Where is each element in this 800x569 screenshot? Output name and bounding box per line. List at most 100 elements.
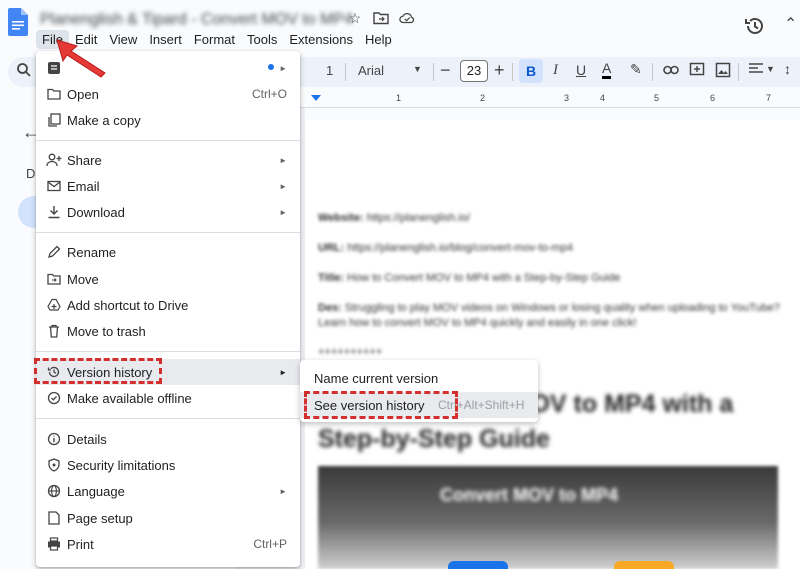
text-color-button[interactable]: A bbox=[602, 61, 612, 79]
submenu-arrow-icon: ► bbox=[279, 155, 287, 165]
ruler-number: 6 bbox=[710, 93, 716, 103]
menu-item-make-copy[interactable]: Make a copy bbox=[36, 107, 300, 133]
ruler-number: 7 bbox=[766, 93, 772, 103]
page-line-website: Website: https://planenglish.io/ bbox=[318, 212, 470, 224]
menu-item-page-setup[interactable]: Page setup bbox=[36, 505, 300, 531]
toolbar-divider bbox=[738, 63, 739, 81]
image-caption: Convert MOV to MP4 bbox=[440, 485, 619, 505]
menu-item-offline[interactable]: Make available offline bbox=[36, 385, 300, 411]
document-image[interactable] bbox=[318, 466, 778, 569]
underline-button[interactable]: U bbox=[576, 62, 586, 78]
font-select[interactable]: Arial bbox=[358, 63, 384, 78]
bold-button[interactable]: B bbox=[519, 59, 543, 83]
menu-item-add-shortcut[interactable]: Add shortcut to Drive bbox=[36, 292, 300, 318]
align-dropdown-icon[interactable]: ▼ bbox=[766, 64, 775, 74]
insert-comment-icon[interactable] bbox=[689, 62, 705, 81]
menu-item-security[interactable]: Security limitations bbox=[36, 452, 300, 478]
ruler-number: 2 bbox=[480, 93, 486, 103]
link-icon[interactable] bbox=[663, 62, 679, 78]
align-left-icon[interactable] bbox=[748, 62, 764, 79]
menu-item-download[interactable]: Download ► bbox=[36, 199, 300, 225]
menu-extensions[interactable]: Extensions bbox=[283, 30, 359, 49]
title-value: How to Convert MOV to MP4 with a Step-by… bbox=[347, 272, 621, 284]
insert-image-icon[interactable] bbox=[715, 62, 731, 81]
menu-label: Email bbox=[67, 178, 100, 194]
submenu-arrow-icon: ► bbox=[279, 63, 287, 73]
copy-icon bbox=[46, 112, 62, 128]
menu-tools[interactable]: Tools bbox=[241, 30, 283, 49]
menu-item-move[interactable]: Move bbox=[36, 266, 300, 292]
menu-shortcut: Ctrl+O bbox=[251, 87, 287, 101]
highlight-box-see-version-history bbox=[304, 391, 458, 419]
indent-marker[interactable] bbox=[311, 95, 321, 101]
menu-item-share[interactable]: Share ► bbox=[36, 147, 300, 173]
menu-label: Print bbox=[67, 536, 94, 552]
pencil-icon bbox=[46, 244, 62, 260]
ruler-number: 5 bbox=[654, 93, 660, 103]
increase-size-icon[interactable]: + bbox=[494, 60, 505, 81]
drive-shortcut-icon bbox=[46, 297, 62, 313]
menu-separator bbox=[36, 418, 300, 419]
security-icon bbox=[46, 457, 62, 473]
menu-separator bbox=[36, 232, 300, 233]
menu-format[interactable]: Format bbox=[188, 30, 241, 49]
italic-button[interactable]: I bbox=[553, 62, 558, 79]
page-line-desc2: Learn how to convert MOV to MP4 quickly … bbox=[318, 317, 637, 329]
menu-insert[interactable]: Insert bbox=[143, 30, 188, 49]
style-value[interactable]: 1 bbox=[326, 63, 333, 78]
image-blue-shape bbox=[448, 561, 508, 569]
star-icon[interactable]: ☆ bbox=[347, 10, 363, 26]
docs-logo-icon[interactable] bbox=[8, 8, 28, 36]
menu-label: Details bbox=[67, 431, 107, 447]
submenu-arrow-icon: ► bbox=[279, 367, 287, 377]
image-orange-shape bbox=[614, 561, 674, 569]
cloud-status-icon[interactable] bbox=[399, 10, 415, 26]
page-separator: ++++++++++ bbox=[318, 346, 383, 358]
toolbar-divider bbox=[433, 63, 434, 81]
font-dropdown-icon[interactable]: ▼ bbox=[413, 64, 422, 74]
menu-label: Page setup bbox=[67, 510, 133, 526]
print-icon bbox=[46, 536, 62, 552]
menu-label: Move bbox=[67, 271, 99, 287]
menu-item-details[interactable]: Details bbox=[36, 426, 300, 452]
document-title[interactable]: Planenglish & Tipard - Convert MOV to MP… bbox=[40, 11, 353, 29]
chevron-up-icon[interactable]: ⌃ bbox=[784, 14, 797, 34]
ruler bbox=[237, 90, 800, 108]
line-spacing-icon[interactable]: ↕ bbox=[784, 61, 791, 77]
decrease-size-icon[interactable]: − bbox=[440, 60, 451, 81]
url-label: URL: bbox=[318, 242, 345, 254]
offline-icon bbox=[46, 390, 62, 406]
folder-icon bbox=[46, 86, 62, 102]
version-history-icon[interactable] bbox=[744, 15, 766, 37]
menu-separator bbox=[36, 140, 300, 141]
page-heading-line2: Step-by-Step Guide bbox=[318, 425, 550, 453]
info-icon bbox=[46, 431, 62, 447]
menu-label: Make a copy bbox=[67, 112, 141, 128]
menu-item-name-current-version[interactable]: Name current version bbox=[300, 365, 538, 391]
menu-item-language[interactable]: Language ► bbox=[36, 478, 300, 504]
move-folder-icon[interactable] bbox=[373, 10, 389, 26]
menu-item-trash[interactable]: Move to trash bbox=[36, 318, 300, 344]
menu-item-print[interactable]: Print Ctrl+P bbox=[36, 531, 300, 557]
website-value: https://planenglish.io/ bbox=[366, 212, 471, 224]
desc-value: Struggling to play MOV videos on Windows… bbox=[344, 302, 780, 314]
docs-window: { "document": { "title": "Planenglish & … bbox=[0, 0, 800, 569]
url-value: https://planenglish.io/blog/convert-mov-… bbox=[347, 242, 573, 254]
ruler-number: 4 bbox=[600, 93, 606, 103]
submenu-arrow-icon: ► bbox=[279, 207, 287, 217]
menu-label: Name current version bbox=[314, 370, 439, 386]
mail-icon bbox=[46, 178, 62, 194]
menu-item-open[interactable]: Open Ctrl+O bbox=[36, 81, 300, 107]
menu-item-rename[interactable]: Rename bbox=[36, 239, 300, 265]
title-label: Title: bbox=[318, 272, 345, 284]
desc-label: Des: bbox=[318, 302, 342, 314]
highlight-pen-icon[interactable]: ✎ bbox=[630, 61, 642, 78]
website-label: Website: bbox=[318, 212, 364, 224]
menu-item-email[interactable]: Email ► bbox=[36, 173, 300, 199]
toolbar-divider bbox=[345, 63, 346, 81]
menu-label: Make available offline bbox=[67, 390, 192, 406]
menu-label: Move to trash bbox=[67, 323, 146, 339]
menu-help[interactable]: Help bbox=[359, 30, 398, 49]
font-size-input[interactable]: 23 bbox=[460, 60, 488, 82]
search-menus-icon[interactable] bbox=[16, 62, 32, 81]
